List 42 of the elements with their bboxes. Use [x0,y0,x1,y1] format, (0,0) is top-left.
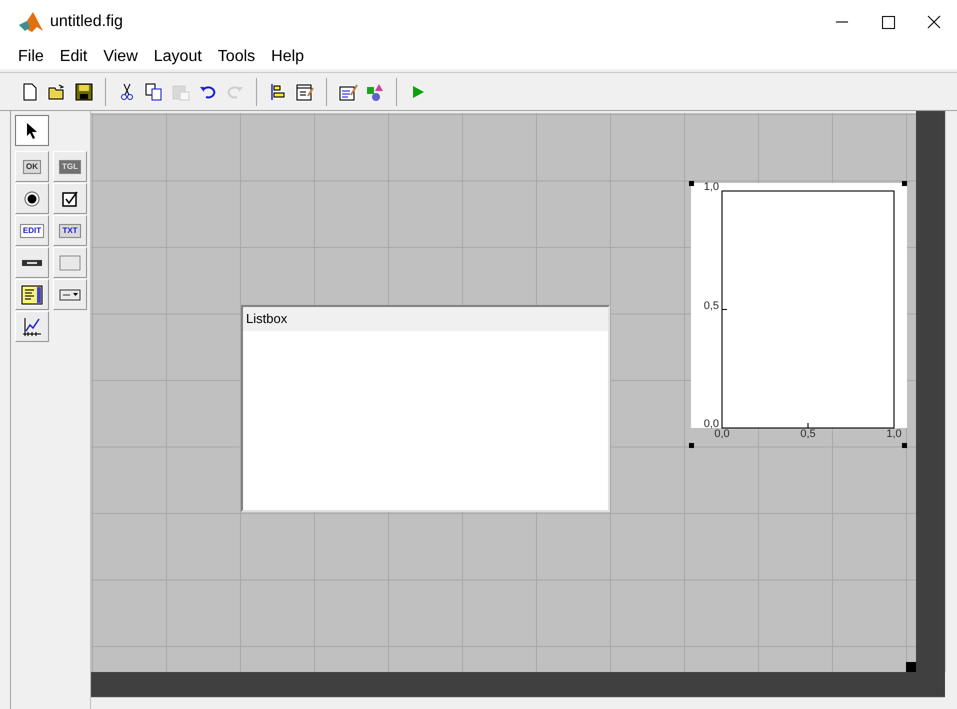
text-tool-icon: TXT [59,224,81,238]
folder-icon[interactable] [47,82,67,102]
x-tick-label: 0,0 [714,429,730,440]
axes-icon [21,316,43,338]
menu-item[interactable]: File [10,44,52,69]
slider-icon [22,258,42,268]
y-tick-label: 1,0 [704,182,719,193]
palette-tool[interactable]: TXT [53,215,87,246]
editor-icon[interactable] [338,82,358,102]
palette-tool[interactable]: EDIT [15,215,49,246]
menu-item[interactable]: Edit [52,44,96,69]
panel-icon [59,254,81,270]
shapes-icon[interactable] [365,82,385,102]
y-tick-label: 0,0 [704,419,719,430]
listbox[interactable]: Listbox [241,305,610,512]
toggle-tool-icon: TGL [59,160,81,174]
menu-item[interactable]: Layout [146,44,210,69]
listbox-item[interactable]: Listbox [243,307,608,331]
popup-menu-icon [59,288,81,300]
menu-editor-icon[interactable] [295,82,315,102]
selection-handle[interactable] [689,443,694,448]
palette-tool[interactable] [15,115,49,146]
palette-tool[interactable]: TGL [53,151,87,182]
x-tick-label: 1,0 [886,429,902,440]
selection-handle[interactable] [902,181,907,186]
checkbox-icon [61,190,79,208]
window-title: untitled.fig [50,12,123,32]
push-tool-icon: OK [23,160,41,174]
resize-handle[interactable] [906,662,916,672]
edit-tool-icon: EDIT [20,224,44,238]
radio-button-icon [23,190,41,208]
listbox-icon [21,284,43,304]
y-tick-label: 0,5 [704,300,719,312]
menu-item[interactable]: Tools [210,44,264,69]
menu-item[interactable]: Help [263,44,312,69]
app-logo-icon [18,11,44,34]
selection-handle[interactable] [689,181,694,186]
palette-tool[interactable]: OK [15,151,49,182]
copy-icon[interactable] [144,82,164,102]
selection-handle[interactable] [902,443,907,448]
x-tick-label: 0,5 [800,429,816,440]
menu-item[interactable]: View [95,44,146,69]
